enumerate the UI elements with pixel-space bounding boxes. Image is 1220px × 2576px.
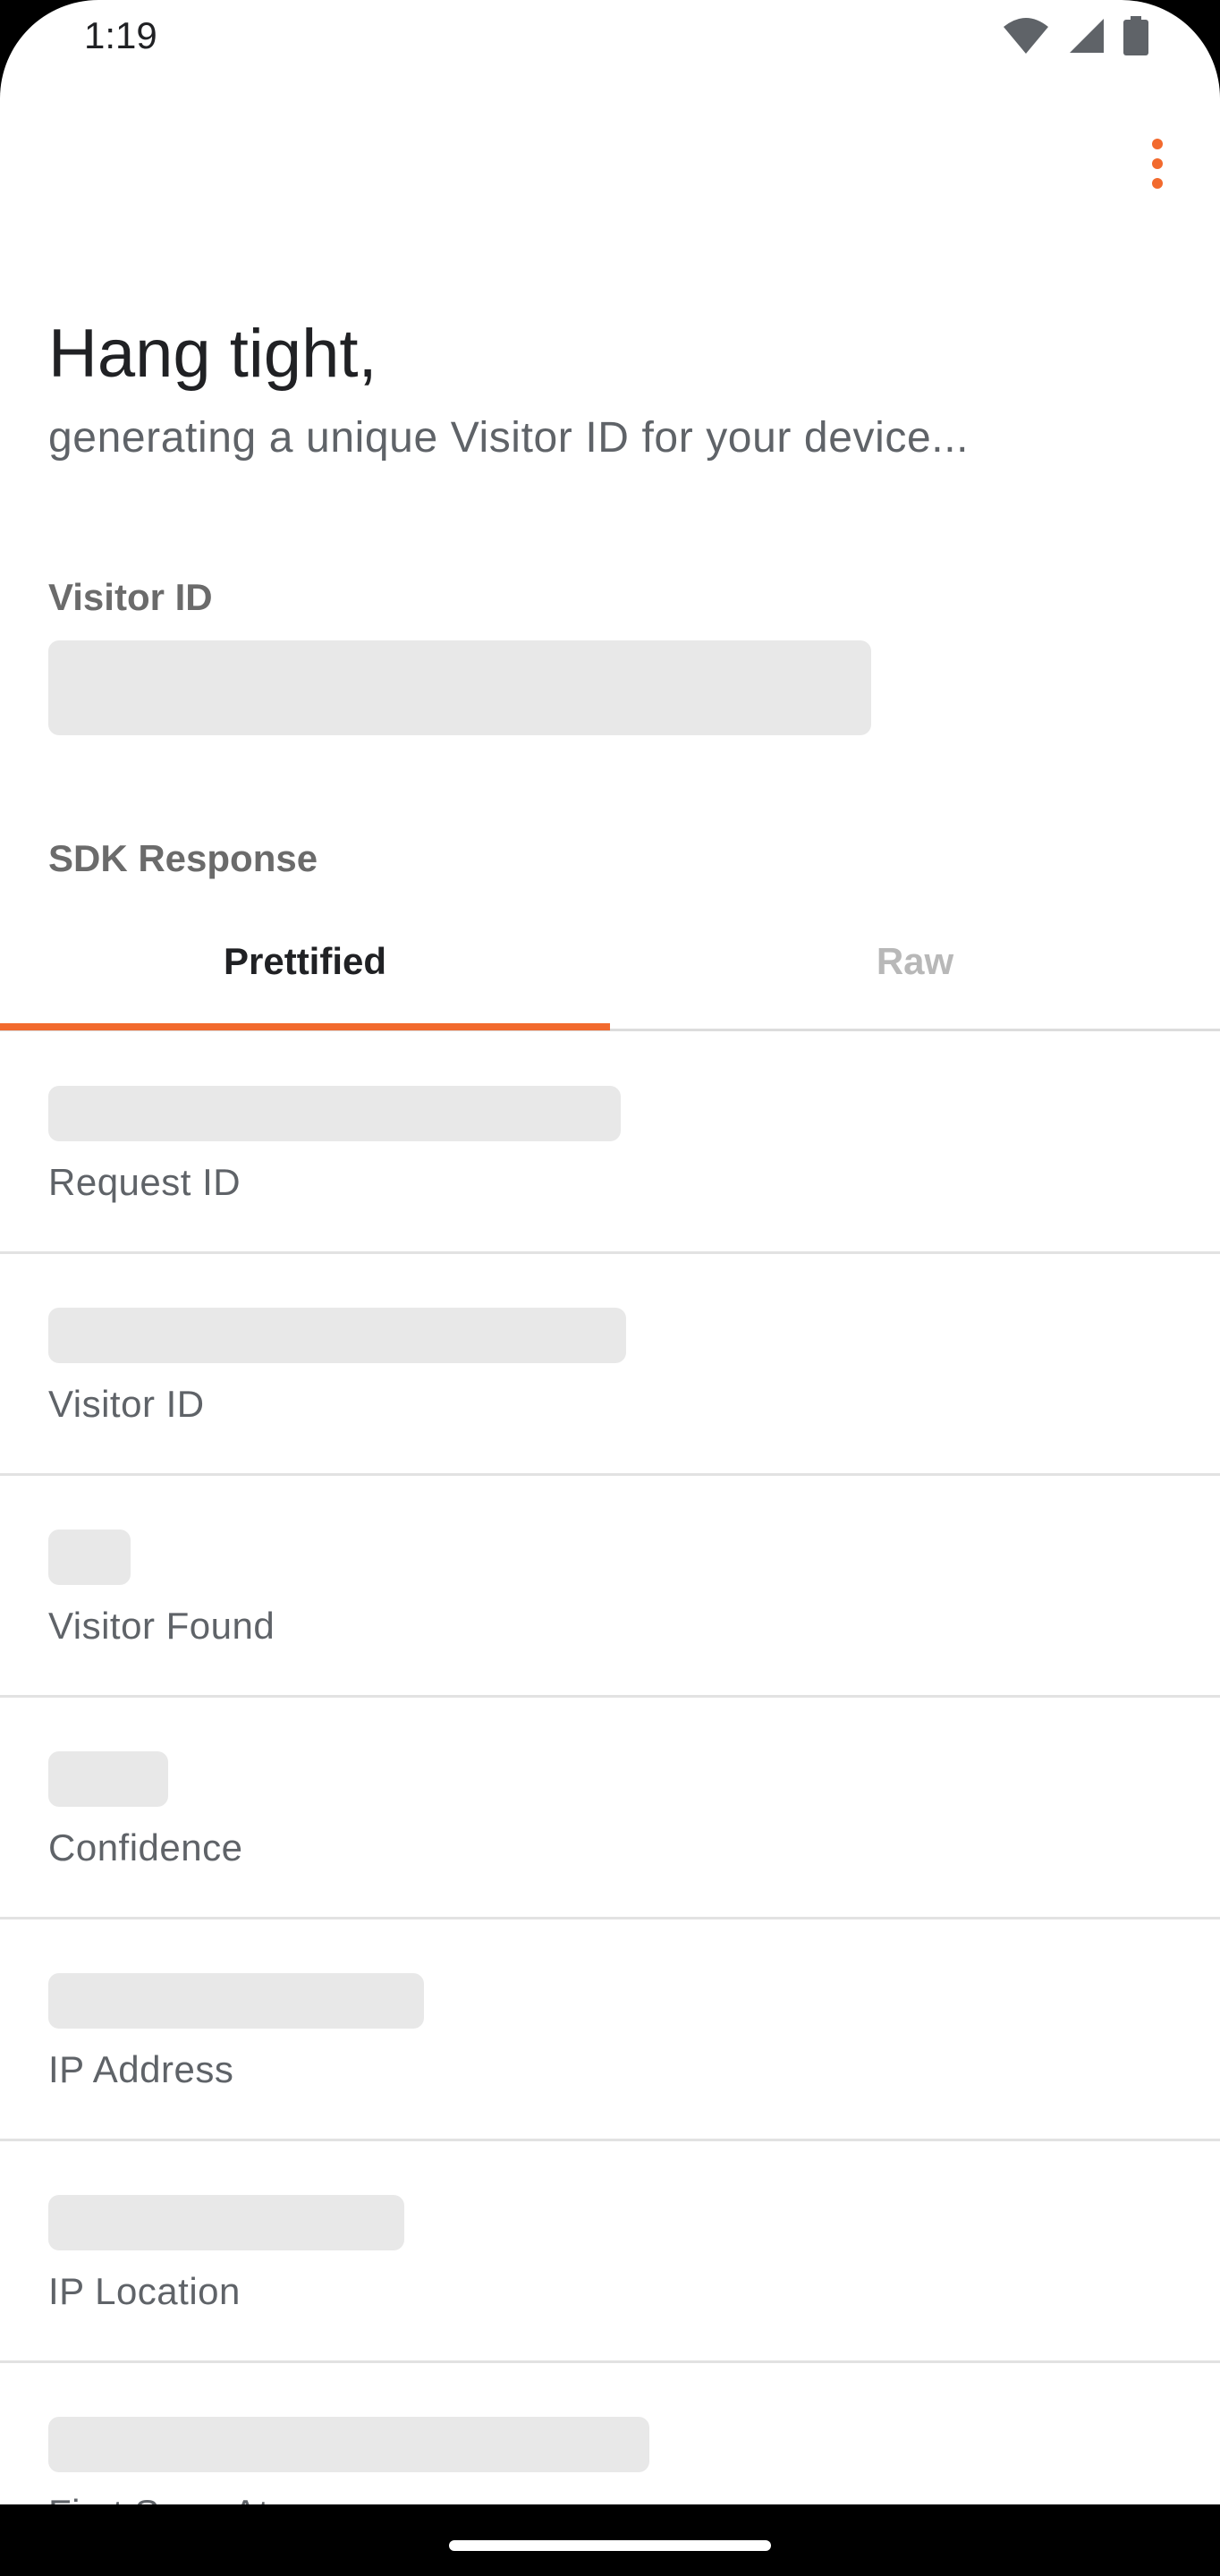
field-row-confidence: Confidence <box>0 1698 1220 1919</box>
field-label: Visitor ID <box>48 1383 205 1425</box>
field-label: IP Address <box>48 2048 234 2090</box>
field-row-visitor-found: Visitor Found <box>0 1476 1220 1698</box>
response-field-list: Request ID Visitor ID Visitor Found Conf… <box>0 1032 1220 2504</box>
status-time: 1:19 <box>84 14 157 56</box>
field-value-skeleton <box>48 1530 131 1585</box>
signal-icon <box>1068 17 1106 55</box>
wifi-icon <box>1002 16 1050 55</box>
visitor-id-skeleton <box>48 640 871 735</box>
page-title: Hang tight, <box>48 316 377 392</box>
page-subtitle: generating a unique Visitor ID for your … <box>48 414 970 462</box>
field-row-visitor-id: Visitor ID <box>0 1254 1220 1476</box>
more-options-button[interactable] <box>1131 134 1184 197</box>
field-value-skeleton <box>48 1751 168 1807</box>
battery-icon <box>1123 16 1148 55</box>
field-row-ip-address: IP Address <box>0 1919 1220 2141</box>
tab-raw[interactable]: Raw <box>610 912 1220 1011</box>
field-row-ip-location: IP Location <box>0 2141 1220 2363</box>
field-label: Visitor Found <box>48 1605 275 1647</box>
field-label: Request ID <box>48 1161 241 1203</box>
tab-indicator <box>0 1023 610 1030</box>
field-row-first-seen-at: First Seen At <box>0 2363 1220 2504</box>
home-gesture-handle[interactable] <box>449 2540 771 2551</box>
tab-prettified[interactable]: Prettified <box>0 912 610 1011</box>
more-vert-icon <box>1151 138 1164 194</box>
app-screen: 1:19 Hang tight, generating a unique Vis… <box>0 0 1220 2504</box>
field-value-skeleton <box>48 1308 626 1363</box>
field-label: First Seen At <box>48 2492 269 2504</box>
field-label: IP Location <box>48 2270 241 2312</box>
field-value-skeleton <box>48 1086 621 1141</box>
field-value-skeleton <box>48 2417 649 2472</box>
status-bar: 1:19 <box>0 0 1220 77</box>
response-tabs: Prettified Raw <box>0 912 1220 1032</box>
field-row-request-id: Request ID <box>0 1032 1220 1254</box>
system-navigation-bar <box>0 2504 1220 2576</box>
field-value-skeleton <box>48 1973 424 2029</box>
field-label: Confidence <box>48 1826 243 1868</box>
visitor-id-label: Visitor ID <box>48 576 213 618</box>
status-icons <box>1002 16 1148 55</box>
field-value-skeleton <box>48 2195 404 2250</box>
sdk-response-label: SDK Response <box>48 837 318 879</box>
